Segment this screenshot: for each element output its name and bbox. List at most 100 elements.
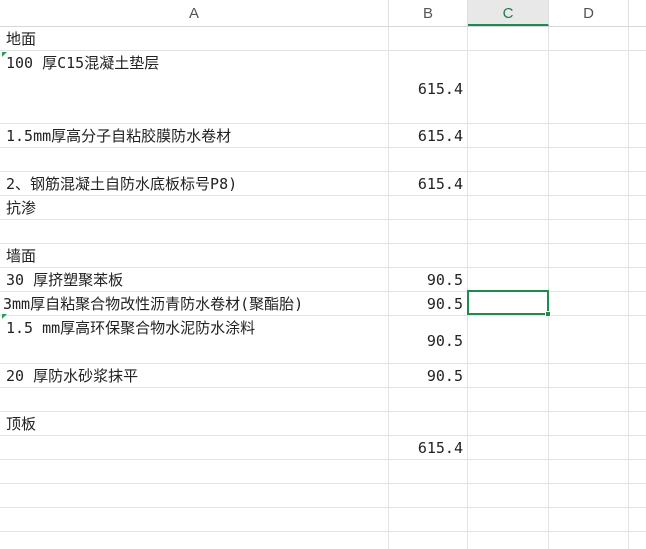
cell-a[interactable] [0,220,389,244]
cell-a[interactable] [0,484,389,508]
cell-e[interactable] [629,196,646,220]
cell-c[interactable] [468,436,549,460]
cell-d[interactable] [549,51,629,124]
cell-c[interactable] [468,484,549,508]
cell-c[interactable] [468,51,549,124]
cell-c[interactable] [468,364,549,388]
cell-d[interactable] [549,27,629,51]
column-header-a[interactable]: A [0,0,389,26]
cell-b[interactable]: 615.4 [389,51,468,124]
cell-d[interactable] [549,148,629,172]
cell-c[interactable] [468,220,549,244]
cell-a[interactable]: 抗渗 [0,196,389,220]
cell-b[interactable]: 90.5 [389,316,468,364]
cell-d[interactable] [549,508,629,532]
cell-d[interactable] [549,484,629,508]
cell-a[interactable]: 地面 [0,27,389,51]
cell-c[interactable] [468,316,549,364]
cell-c[interactable] [468,460,549,484]
cell-b[interactable] [389,196,468,220]
cell-d[interactable] [549,268,629,292]
fill-handle[interactable] [545,311,551,317]
cell-d[interactable] [549,124,629,148]
active-cell-selection[interactable] [467,290,549,315]
cell-a[interactable]: 1.5 mm厚高环保聚合物水泥防水涂料 [0,316,389,364]
cell-c[interactable] [468,412,549,436]
cell-a[interactable]: 2、钢筋混凝土自防水底板标号P8) [0,172,389,196]
column-header-e[interactable] [629,0,646,26]
cell-b[interactable] [389,148,468,172]
cell-e[interactable] [629,412,646,436]
cell-b[interactable]: 90.5 [389,268,468,292]
cell-d[interactable] [549,388,629,412]
cell-c[interactable] [468,532,549,549]
cell-b[interactable] [389,412,468,436]
cell-e[interactable] [629,220,646,244]
cell-b[interactable] [389,532,468,549]
cell-a[interactable]: 1.5mm厚高分子自粘胶膜防水卷材 [0,124,389,148]
cell-d[interactable] [549,244,629,268]
cell-d[interactable] [549,172,629,196]
cell-b[interactable]: 615.4 [389,172,468,196]
cell-d[interactable] [549,220,629,244]
cell-e[interactable] [629,316,646,364]
cell-c[interactable] [468,172,549,196]
cell-e[interactable] [629,268,646,292]
cell-c[interactable] [468,388,549,412]
cell-a[interactable] [0,532,389,549]
cell-d[interactable] [549,316,629,364]
cell-a[interactable]: 墙面 [0,244,389,268]
cell-e[interactable] [629,388,646,412]
cell-d[interactable] [549,364,629,388]
cell-b[interactable]: 615.4 [389,436,468,460]
cell-b[interactable] [389,460,468,484]
cell-a[interactable]: 3mm厚自粘聚合物改性沥青防水卷材(聚酯胎) [0,292,389,316]
cell-e[interactable] [629,124,646,148]
cell-d[interactable] [549,196,629,220]
cell-d[interactable] [549,532,629,549]
cell-e[interactable] [629,460,646,484]
cell-e[interactable] [629,436,646,460]
cell-c[interactable] [468,268,549,292]
cell-e[interactable] [629,148,646,172]
cell-e[interactable] [629,532,646,549]
cell-a[interactable] [0,508,389,532]
cell-a[interactable]: 100 厚C15混凝土垫层 [0,51,389,124]
cell-a[interactable]: 顶板 [0,412,389,436]
cell-b[interactable] [389,484,468,508]
cell-a[interactable] [0,436,389,460]
cell-b[interactable] [389,244,468,268]
cell-e[interactable] [629,292,646,316]
cell-c[interactable] [468,124,549,148]
cell-d[interactable] [549,412,629,436]
cell-c[interactable] [468,148,549,172]
cell-b[interactable] [389,27,468,51]
cell-c[interactable] [468,196,549,220]
cell-b[interactable] [389,388,468,412]
cell-b[interactable]: 90.5 [389,364,468,388]
cell-e[interactable] [629,172,646,196]
cell-d[interactable] [549,460,629,484]
cell-e[interactable] [629,27,646,51]
column-header-c[interactable]: C [468,0,549,26]
cell-b[interactable] [389,508,468,532]
cell-e[interactable] [629,364,646,388]
cell-e[interactable] [629,508,646,532]
cell-c[interactable] [468,27,549,51]
cell-c[interactable] [468,244,549,268]
column-header-d[interactable]: D [549,0,629,26]
cell-e[interactable] [629,484,646,508]
cell-e[interactable] [629,51,646,124]
cell-b[interactable]: 615.4 [389,124,468,148]
cell-c[interactable] [468,508,549,532]
cell-b[interactable] [389,220,468,244]
cell-a[interactable] [0,148,389,172]
cell-e[interactable] [629,244,646,268]
cell-d[interactable] [549,436,629,460]
cell-a[interactable] [0,460,389,484]
cell-b[interactable]: 90.5 [389,292,468,316]
column-header-b[interactable]: B [389,0,468,26]
cell-a[interactable]: 20 厚防水砂浆抹平 [0,364,389,388]
cell-a[interactable] [0,388,389,412]
cell-a[interactable]: 30 厚挤塑聚苯板 [0,268,389,292]
